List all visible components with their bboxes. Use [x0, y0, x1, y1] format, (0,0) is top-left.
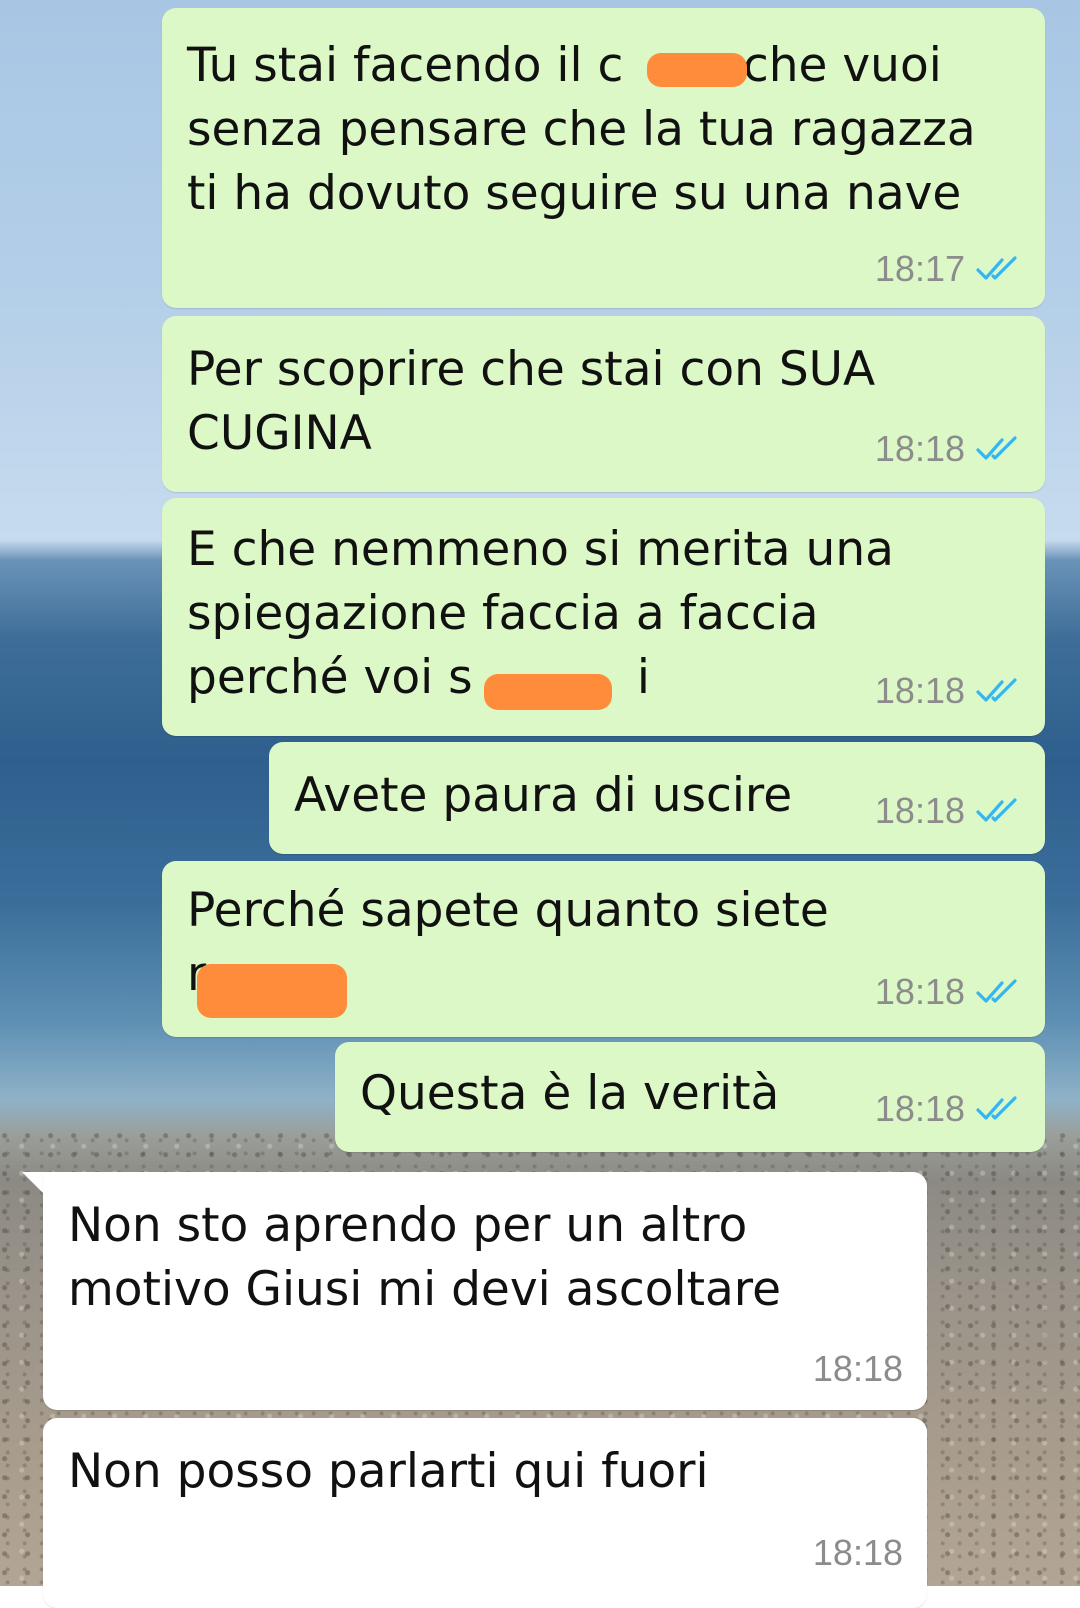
message-time: 18:18 [874, 971, 965, 1012]
message-bubble-outgoing[interactable]: Per scoprire che stai con SUA CUGINA 18:… [162, 316, 1045, 492]
message-meta: 18:18 [875, 1088, 1021, 1130]
message-text: Tu stai facendo il c che vuoi senza pens… [187, 38, 976, 221]
redaction-mark [647, 53, 747, 87]
double-check-icon [976, 436, 1017, 460]
redaction-mark [197, 964, 347, 1018]
message-text: Avete paura di uscire [294, 768, 793, 823]
message-bubble-outgoing[interactable]: E che nemmeno si merita una spiegazione … [162, 498, 1045, 736]
message-meta: 18:17 [875, 248, 1021, 290]
message-time: 18:18 [812, 1348, 903, 1389]
message-bubble-outgoing[interactable]: Avete paura di uscire 18:18 [269, 742, 1045, 854]
message-bubble-outgoing[interactable]: Questa è la verità 18:18 [335, 1042, 1045, 1152]
message-meta: 18:18 [813, 1348, 903, 1390]
message-time: 18:18 [812, 1532, 903, 1573]
message-text: Non sto aprendo per un altro motivo Gius… [68, 1198, 782, 1317]
message-time: 18:18 [874, 428, 965, 469]
message-time: 18:18 [874, 670, 965, 711]
redaction-mark [484, 674, 612, 710]
message-text: Questa è la verità [360, 1066, 780, 1121]
message-bubble-outgoing[interactable]: Perché sapete quanto siete r 18:18 [162, 861, 1045, 1037]
message-meta: 18:18 [813, 1532, 903, 1574]
message-meta: 18:18 [875, 971, 1021, 1013]
message-bubble-incoming[interactable]: Non posso parlarti qui fuori 18:18 [43, 1418, 927, 1608]
double-check-icon [976, 979, 1017, 1003]
double-check-icon [976, 256, 1017, 280]
message-time: 18:18 [874, 1088, 965, 1129]
message-meta: 18:18 [875, 670, 1021, 712]
message-text: Per scoprire che stai con SUA CUGINA [187, 342, 876, 461]
message-text: Non posso parlarti qui fuori [68, 1444, 709, 1499]
message-bubble-incoming[interactable]: Non sto aprendo per un altro motivo Gius… [43, 1172, 927, 1410]
message-time: 18:18 [874, 790, 965, 831]
message-meta: 18:18 [875, 428, 1021, 470]
message-time: 18:17 [874, 248, 965, 289]
double-check-icon [976, 678, 1017, 702]
double-check-icon [976, 798, 1017, 822]
message-meta: 18:18 [875, 790, 1021, 832]
message-bubble-outgoing[interactable]: Tu stai facendo il c che vuoi senza pens… [162, 8, 1045, 308]
double-check-icon [976, 1096, 1017, 1120]
